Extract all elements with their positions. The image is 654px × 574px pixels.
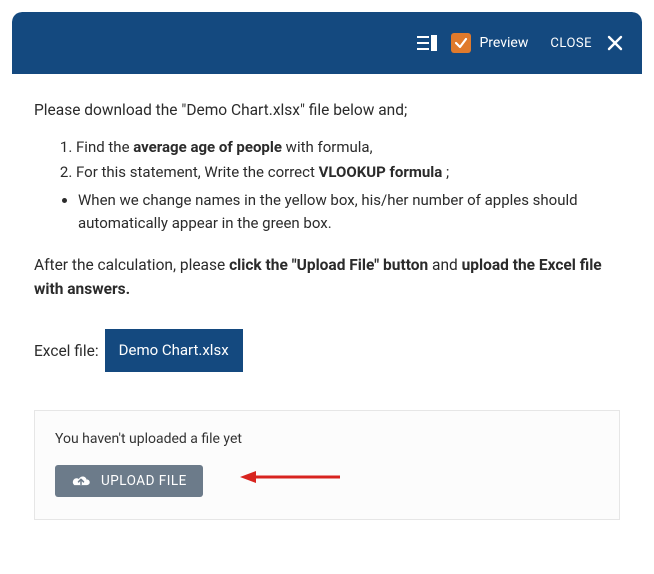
instruction-step-2: For this statement, Write the correct VL… [76, 161, 620, 184]
pointer-arrow-icon [240, 467, 340, 487]
checkbox-checked-icon [451, 33, 471, 53]
instruction-substep: When we change names in the yellow box, … [78, 189, 620, 236]
upload-button-label: UPLOAD FILE [101, 473, 187, 489]
upload-file-button[interactable]: UPLOAD FILE [55, 465, 203, 497]
excel-file-label: Excel file: [34, 339, 99, 363]
close-icon[interactable] [606, 34, 624, 52]
upload-empty-message: You haven't uploaded a file yet [55, 431, 599, 447]
instruction-substep-list: When we change names in the yellow box, … [64, 189, 620, 236]
list-icon[interactable] [417, 35, 437, 51]
dialog-card: Preview CLOSE Please download the "Demo … [12, 12, 642, 538]
after-text: After the calculation, please click the … [34, 253, 620, 301]
instruction-list: Find the average age of people with form… [62, 136, 620, 185]
intro-text: Please download the "Demo Chart.xlsx" fi… [34, 98, 620, 122]
cloud-upload-icon [71, 473, 91, 489]
dialog-header: Preview CLOSE [12, 12, 642, 74]
download-file-button[interactable]: Demo Chart.xlsx [105, 329, 243, 372]
dialog-content: Please download the "Demo Chart.xlsx" fi… [12, 74, 642, 410]
excel-file-row: Excel file: Demo Chart.xlsx [34, 329, 620, 372]
preview-toggle[interactable]: Preview [451, 33, 528, 53]
preview-label: Preview [479, 35, 528, 51]
upload-panel: You haven't uploaded a file yet UPLOAD F… [34, 410, 620, 520]
instruction-step-1: Find the average age of people with form… [76, 136, 620, 159]
close-button[interactable]: CLOSE [550, 36, 592, 51]
